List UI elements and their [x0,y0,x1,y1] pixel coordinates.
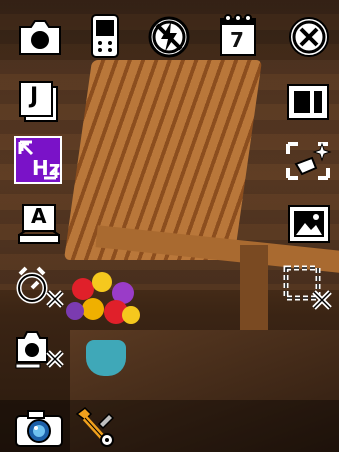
calendar-day-text: 7 [230,28,244,52]
scene-mode-letter: A [31,204,47,228]
close-icon[interactable] [286,14,332,60]
viewfinder-vase [86,340,126,376]
flicker-frequency-button[interactable]: Hz [14,136,62,184]
frequency-label: Hz [32,156,61,180]
frame-off-icon[interactable] [282,262,334,312]
gallery-icon[interactable] [286,202,332,246]
viewfinder-flowers [62,272,150,344]
image-quality-letter: J [30,84,39,109]
picture-size-icon[interactable] [284,80,332,124]
camera-screen: 7 J Hz A [0,0,339,452]
viewfinder-chair [63,60,263,260]
flash-off-icon[interactable] [146,14,192,60]
night-mode-off-icon[interactable] [14,326,66,372]
scene-mode-icon[interactable]: A [16,200,62,246]
phone-memory-icon[interactable] [88,12,122,60]
auto-focus-icon[interactable] [282,138,334,184]
self-timer-off-icon[interactable] [14,264,66,312]
settings-wrench-icon[interactable] [70,404,116,448]
switch-camera-icon[interactable] [14,408,64,448]
calendar-icon[interactable]: 7 [218,12,258,58]
image-quality-icon[interactable]: J [16,78,62,124]
camera-mode-icon[interactable] [16,16,64,58]
